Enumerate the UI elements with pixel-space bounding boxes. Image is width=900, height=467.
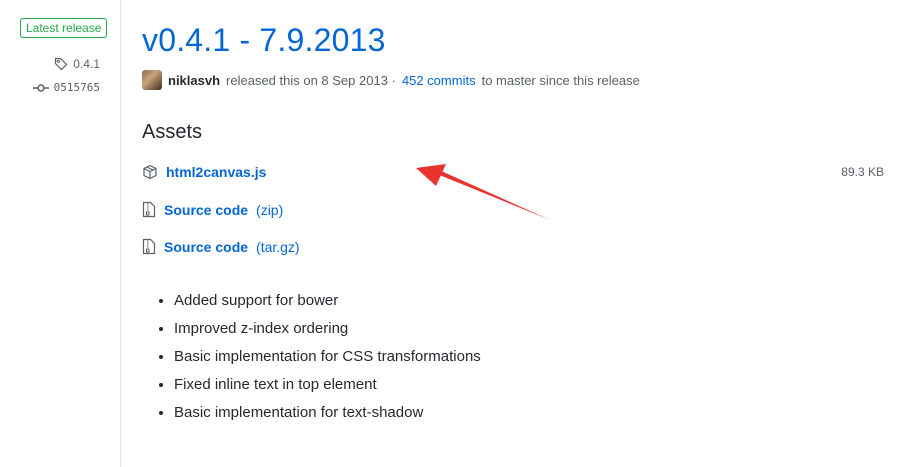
- list-item: Basic implementation for text-shadow: [174, 402, 481, 430]
- since-text: to master since this release: [481, 72, 640, 88]
- release-byline: niklasvh released this on 8 Sep 2013 · 4…: [142, 70, 640, 90]
- asset-item[interactable]: Source code (zip): [142, 201, 283, 218]
- released-text: released this on 8 Sep 2013 ·: [226, 72, 396, 88]
- asset-size: 89.3 KB: [841, 165, 884, 179]
- release-sidebar: Latest release 0.4.1 0515765: [0, 0, 121, 467]
- tag-icon: [54, 57, 68, 71]
- list-item: Basic implementation for CSS transformat…: [174, 346, 481, 374]
- asset-name[interactable]: html2canvas.js: [166, 164, 266, 180]
- git-commit-icon: [32, 83, 49, 93]
- release-notes: Added support for bower Improved z-index…: [156, 290, 481, 430]
- latest-release-badge: Latest release: [20, 18, 108, 38]
- tag-link[interactable]: 0.4.1: [54, 57, 100, 71]
- assets-heading: Assets: [142, 121, 203, 143]
- commits-link[interactable]: 452 commits: [402, 73, 476, 88]
- author-link[interactable]: niklasvh: [168, 73, 220, 88]
- asset-item[interactable]: Source code (tar.gz): [142, 238, 300, 255]
- asset-item[interactable]: html2canvas.js: [142, 164, 266, 180]
- list-item: Added support for bower: [174, 290, 481, 318]
- list-item: Fixed inline text in top element: [174, 374, 481, 402]
- file-zip-icon: [142, 201, 156, 218]
- commit-hash: 0515765: [53, 81, 100, 94]
- package-icon: [142, 164, 158, 180]
- release-title[interactable]: v0.4.1 - 7.9.2013: [142, 22, 386, 59]
- commit-link[interactable]: 0515765: [32, 81, 100, 94]
- tag-label: 0.4.1: [73, 57, 100, 71]
- annotation-arrow-icon: [416, 164, 550, 220]
- asset-ext: (zip): [256, 201, 284, 218]
- asset-name[interactable]: Source code: [164, 239, 248, 255]
- asset-name[interactable]: Source code: [164, 202, 248, 218]
- avatar[interactable]: [142, 70, 162, 90]
- list-item: Improved z-index ordering: [174, 318, 481, 346]
- file-zip-icon: [142, 238, 156, 255]
- asset-ext: (tar.gz): [256, 238, 300, 255]
